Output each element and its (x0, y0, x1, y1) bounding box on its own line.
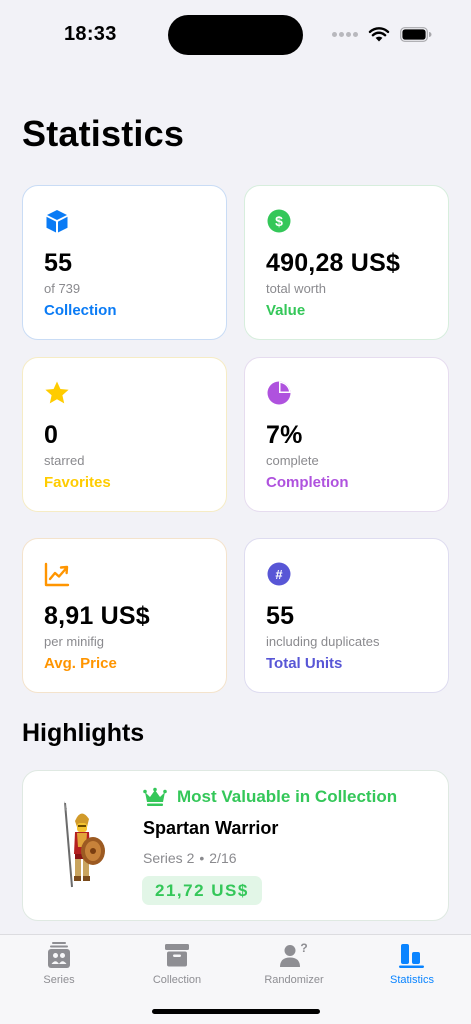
total-units-count: 55 (266, 602, 295, 630)
status-time: 18:33 (64, 23, 117, 45)
svg-text:$: $ (275, 213, 283, 229)
favorites-subtitle: starred (44, 453, 85, 468)
stat-card-collection: 55 of 739 Collection (22, 185, 227, 340)
stat-card-avg-price: 8,91 US$ per minifig Avg. Price (22, 538, 227, 693)
tab-statistics[interactable]: Statistics (362, 941, 462, 991)
highlight-card-most-valuable[interactable]: Most Valuable in Collection Spartan Warr… (22, 770, 449, 921)
pie-chart-icon (267, 381, 291, 405)
value-subtitle: total worth (266, 281, 326, 296)
completion-percent: 7% (266, 421, 303, 449)
series-icon (48, 942, 70, 968)
highlight-series: Series 2 (143, 850, 195, 866)
total-units-subtitle: including duplicates (266, 634, 380, 649)
highlight-header: Most Valuable in Collection (143, 787, 397, 807)
status-bar: 18:33 (0, 0, 471, 70)
collection-label: Collection (44, 302, 117, 319)
archive-box-icon (165, 944, 189, 967)
tab-statistics-label: Statistics (389, 974, 434, 986)
collection-subtitle: of 739 (44, 281, 81, 296)
value-amount: 490,28 US$ (266, 249, 401, 277)
avg-price-subtitle: per minifig (44, 634, 104, 649)
stat-card-favorites: 0 starred Favorites (22, 357, 227, 512)
tab-randomizer[interactable]: ? Randomizer (244, 941, 344, 991)
collection-count: 55 (44, 249, 73, 277)
svg-text:?: ? (300, 941, 307, 955)
highlights-title: Highlights (22, 719, 145, 747)
bar-chart-icon (399, 944, 424, 968)
dynamic-island (168, 15, 303, 55)
home-indicator (152, 1009, 320, 1014)
battery-icon (400, 26, 432, 42)
tab-randomizer-label: Randomizer (264, 974, 324, 986)
highlight-kicker: Most Valuable in Collection (177, 787, 398, 806)
avg-price-amount: 8,91 US$ (44, 602, 150, 630)
stat-card-value: $ 490,28 US$ total worth Value (244, 185, 449, 340)
star-icon (45, 381, 69, 404)
crown-icon (143, 787, 167, 806)
tab-series-label: Series (43, 974, 75, 986)
trend-up-icon (44, 562, 70, 587)
highlight-minifig-name: Spartan Warrior (143, 818, 279, 838)
total-units-label: Total Units (266, 655, 343, 672)
stat-card-completion: 7% complete Completion (244, 357, 449, 512)
page-title: Statistics (22, 113, 185, 154)
svg-text:#: # (275, 567, 283, 582)
value-label: Value (266, 302, 306, 319)
dollar-circle-icon: $ (267, 209, 291, 233)
cube-icon (46, 210, 68, 233)
highlight-meta: Series 2 • 2/16 (143, 850, 237, 866)
favorites-label: Favorites (44, 474, 111, 491)
stat-card-total-units: # 55 including duplicates Total Units (244, 538, 449, 693)
highlight-price-badge: 21,72 US$ (142, 876, 262, 905)
avg-price-label: Avg. Price (44, 655, 117, 672)
tab-collection-label: Collection (152, 974, 202, 986)
completion-label: Completion (266, 474, 349, 491)
minifig-image (64, 801, 105, 888)
highlight-number: 2/16 (209, 850, 237, 866)
person-question-icon: ? (280, 941, 308, 967)
status-icons (332, 24, 432, 44)
wifi-icon (368, 27, 390, 42)
meta-separator: • (199, 850, 205, 866)
tab-collection[interactable]: Collection (127, 941, 227, 991)
tab-series[interactable]: Series (9, 941, 109, 991)
cellular-signal-icon (332, 31, 358, 37)
number-circle-icon: # (267, 562, 291, 586)
favorites-count: 0 (44, 421, 59, 449)
completion-subtitle: complete (266, 453, 319, 468)
